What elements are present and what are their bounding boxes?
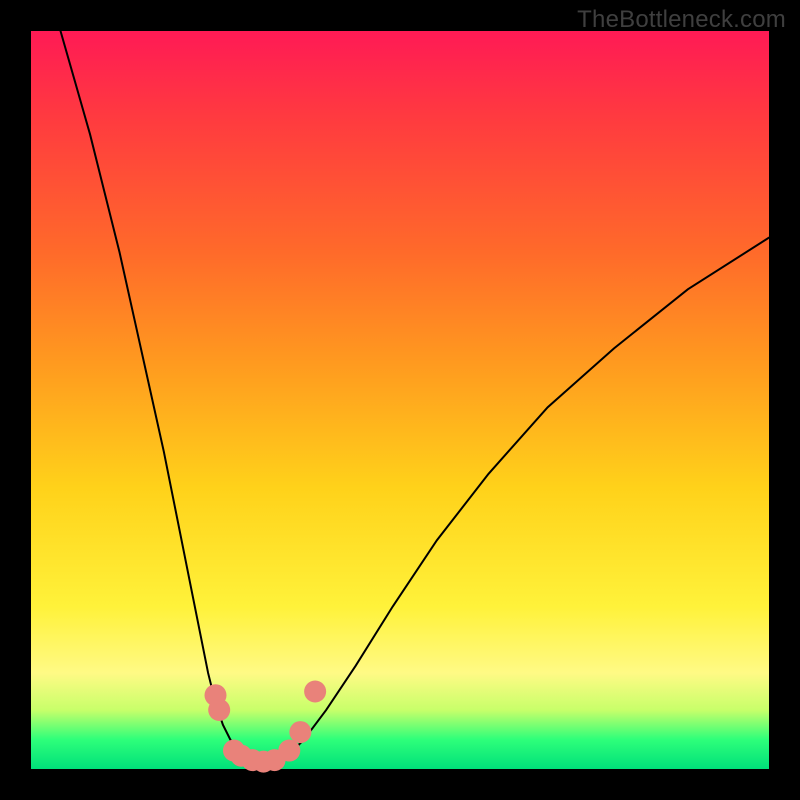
- chart-frame: TheBottleneck.com: [0, 0, 800, 800]
- data-marker: [278, 740, 300, 762]
- watermark-text: TheBottleneck.com: [577, 6, 786, 34]
- series-left-curve: [61, 31, 253, 762]
- chart-svg: [31, 31, 769, 769]
- data-marker: [304, 681, 326, 703]
- data-marker: [289, 721, 311, 743]
- series-right-curve: [275, 238, 769, 762]
- data-marker: [208, 699, 230, 721]
- plot-area: [31, 31, 769, 769]
